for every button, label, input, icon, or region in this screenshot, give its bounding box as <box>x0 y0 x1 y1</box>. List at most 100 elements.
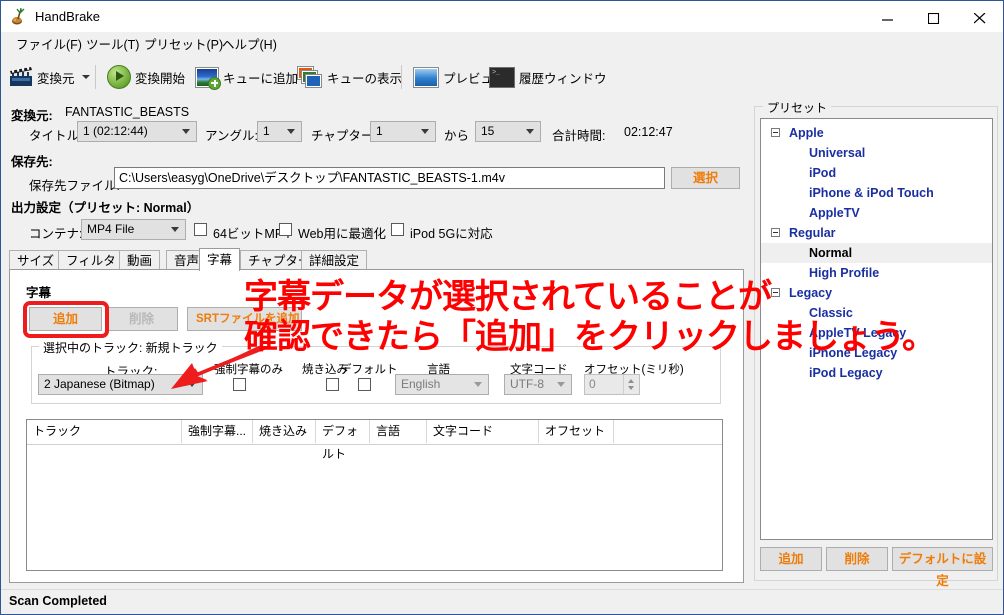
destination-label: 保存先: <box>11 155 53 169</box>
subtitle-table-header: トラック 強制字幕... 焼き込み デフォルト 言語 文字コード オフセット <box>27 420 722 461</box>
container-combo-value: MP4 File <box>87 222 135 236</box>
preset-label: Regular <box>789 226 836 240</box>
menu-file[interactable]: ファイル(F) <box>9 36 89 55</box>
title-combo[interactable]: 1 (02:12:44) <box>77 121 197 142</box>
toolbar-add-queue-label: キューに追加 <box>223 71 299 86</box>
toolbar-source-label: 変換元 <box>37 71 75 86</box>
chapter-from-combo[interactable]: 1 <box>370 121 436 142</box>
preset-label: iPod Legacy <box>809 366 883 380</box>
toolbar-start-button[interactable]: 変換開始 <box>103 61 189 93</box>
toolbar-start-label: 変換開始 <box>135 71 186 86</box>
toolbar-activity-log-label: 履歴ウィンドウ <box>519 71 607 86</box>
toolbar-show-queue-button[interactable]: キューの表示 <box>293 61 406 93</box>
language-value: English <box>401 377 441 391</box>
activity-log-icon: >_ <box>489 66 515 88</box>
destination-file-label: 保存先ファイル: <box>29 179 120 193</box>
chapter-to-label: から <box>444 129 470 143</box>
preset-item-appletv[interactable]: AppleTV <box>761 203 992 223</box>
toolbar-show-queue-label: キューの表示 <box>327 71 403 86</box>
chapter-to-combo[interactable]: 15 <box>475 121 541 142</box>
collapse-icon[interactable] <box>771 128 780 137</box>
preset-label: Normal <box>809 246 853 260</box>
offset-value: 0 <box>589 377 596 391</box>
angle-combo-value: 1 <box>263 124 270 138</box>
col-offset[interactable]: オフセット <box>539 420 614 443</box>
subtitles-section-title: 字幕 <box>26 286 52 300</box>
preset-item-normal[interactable]: Normal <box>761 243 992 263</box>
chevron-down-icon[interactable] <box>81 75 90 79</box>
angle-combo[interactable]: 1 <box>257 121 302 142</box>
checkbox-64bit-mp4[interactable] <box>194 223 207 236</box>
checkbox-web-optimized-label: Web用に最適化 <box>298 227 386 241</box>
offset-spinner[interactable]: 0 <box>584 374 640 395</box>
col-burn[interactable]: 焼き込み <box>253 420 316 443</box>
language-combo[interactable]: English <box>395 374 489 395</box>
preset-label: iPhone & iPod Touch <box>809 186 934 200</box>
tab-advanced[interactable]: 詳細設定 <box>301 250 368 270</box>
duration-value: 02:12:47 <box>624 125 673 139</box>
col-forced[interactable]: 強制字幕... <box>182 420 253 443</box>
preset-node-apple[interactable]: Apple <box>761 123 992 143</box>
preset-item-high-profile[interactable]: High Profile <box>761 263 992 283</box>
preset-item-ipod[interactable]: iPod <box>761 163 992 183</box>
default-checkbox[interactable] <box>358 378 371 391</box>
checkbox-ipod-5g[interactable] <box>391 223 404 236</box>
col-filler <box>614 420 722 443</box>
col-track[interactable]: トラック <box>27 420 182 443</box>
handbrake-window: HandBrake ファイル(F) ツール(T) プリセット(P) ヘルプ(H) <box>0 0 1004 615</box>
browse-button[interactable]: 選択 <box>671 167 740 189</box>
destination-file-input[interactable]: C:\Users\easyg\OneDrive\デスクトップ\FANTASTIC… <box>114 167 665 189</box>
preset-add-button[interactable]: 追加 <box>760 547 822 571</box>
preset-label: High Profile <box>809 266 880 280</box>
minimize-icon[interactable] <box>865 1 911 32</box>
tab-video[interactable]: 動画 <box>119 250 161 270</box>
preset-set-default-button[interactable]: デフォルトに設定 <box>892 547 993 588</box>
offset-spinner-buttons[interactable] <box>623 375 639 394</box>
title-label: タイトル: <box>29 129 83 143</box>
play-icon <box>107 65 131 89</box>
collapse-icon[interactable] <box>771 288 780 297</box>
preset-remove-button[interactable]: 削除 <box>826 547 888 571</box>
checkbox-web-optimized[interactable] <box>279 223 292 236</box>
remove-subtitle-button[interactable]: 削除 <box>105 307 178 331</box>
col-charcode[interactable]: 文字コード <box>427 420 539 443</box>
charcode-combo[interactable]: UTF-8 <box>504 374 572 395</box>
close-icon[interactable] <box>957 1 1003 32</box>
toolbar-add-queue-button[interactable]: キューに追加 <box>191 61 302 93</box>
tab-subtitles[interactable]: 字幕 <box>199 248 241 271</box>
maximize-icon[interactable] <box>911 1 957 32</box>
tab-filters[interactable]: フィルタ <box>58 250 124 270</box>
preset-item-iphone-ipod-touch[interactable]: iPhone & iPod Touch <box>761 183 992 203</box>
preset-label: Legacy <box>789 286 833 300</box>
preset-buttons: 追加 削除 デフォルトに設定 <box>760 547 993 588</box>
container-label: コンテナ: <box>29 227 83 241</box>
burn-in-checkbox[interactable] <box>326 378 339 391</box>
tab-picture[interactable]: サイズ <box>9 250 63 270</box>
container-combo[interactable]: MP4 File <box>81 219 186 240</box>
preset-label: AppleTV <box>809 206 860 220</box>
checkbox-ipod-5g-label: iPod 5Gに対応 <box>410 227 493 241</box>
default-label: デフォルト <box>340 364 398 376</box>
toolbar-separator-2 <box>401 65 402 89</box>
col-default[interactable]: デフォルト <box>316 420 370 461</box>
source-label: 変換元: <box>11 109 53 123</box>
preset-node-regular[interactable]: Regular <box>761 223 992 243</box>
preset-item-ipod-legacy[interactable]: iPod Legacy <box>761 363 992 383</box>
charcode-value: UTF-8 <box>510 377 544 391</box>
preset-label: Universal <box>809 146 866 160</box>
chapter-label: チャプター: <box>311 129 377 143</box>
preset-label: Apple <box>789 126 824 140</box>
toolbar-source-button[interactable]: 変換元 <box>5 61 94 93</box>
chapter-to-value: 15 <box>481 124 495 138</box>
preview-icon <box>413 66 439 88</box>
title-combo-value: 1 (02:12:44) <box>83 124 148 138</box>
angle-label: アングル: <box>205 129 258 143</box>
preset-node-legacy[interactable]: Legacy <box>761 283 992 303</box>
status-bar: Scan Completed <box>1 589 1003 614</box>
toolbar-activity-log-button[interactable]: >_ 履歴ウィンドウ <box>485 61 611 93</box>
menu-help[interactable]: ヘルプ(H) <box>215 36 284 55</box>
subtitle-track-table[interactable]: トラック 強制字幕... 焼き込み デフォルト 言語 文字コード オフセット <box>26 419 723 571</box>
collapse-icon[interactable] <box>771 228 780 237</box>
col-language[interactable]: 言語 <box>370 420 427 443</box>
preset-item-universal[interactable]: Universal <box>761 143 992 163</box>
